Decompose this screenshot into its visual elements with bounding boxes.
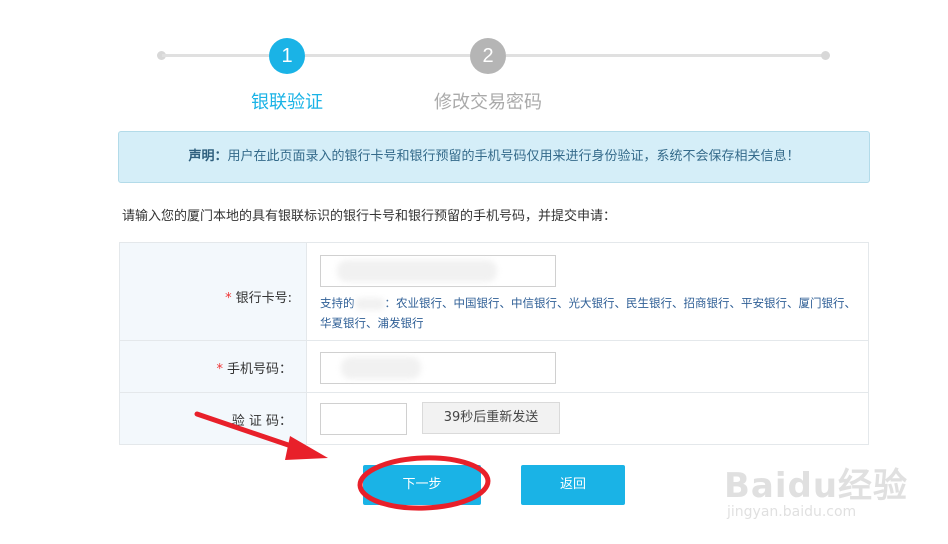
annotation-circle: [357, 455, 491, 511]
annotation-arrow-head: [285, 436, 328, 460]
annotation-arrow-shaft: [194, 411, 303, 452]
watermark-sub: jingyan.baidu.com: [727, 504, 857, 520]
watermark-main: Baidu经验: [724, 466, 909, 506]
baidu-watermark: Baidu经验 jingyan.baidu.com: [724, 458, 914, 528]
